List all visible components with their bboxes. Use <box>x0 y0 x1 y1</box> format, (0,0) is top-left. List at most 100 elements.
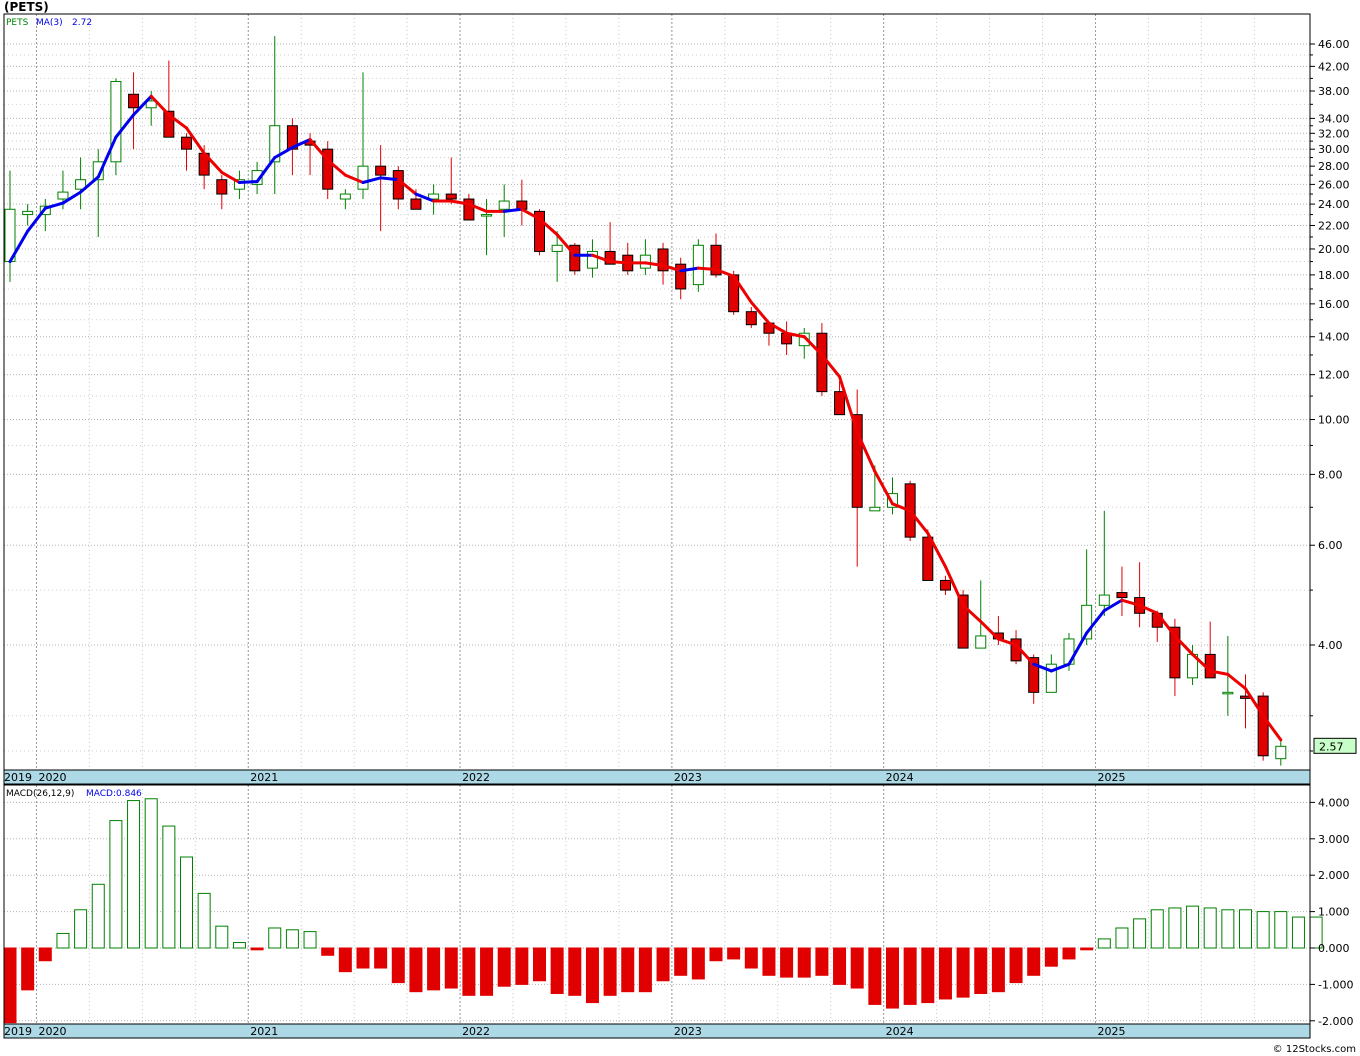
macd-bar <box>91 883 105 949</box>
candle-body <box>675 263 687 290</box>
candle-body <box>834 391 846 416</box>
ma-segment <box>379 176 400 182</box>
candle-body <box>939 579 951 591</box>
macd-bar <box>1239 909 1252 949</box>
x-year-label: 2023 <box>674 771 702 784</box>
candle-body <box>498 200 510 210</box>
macd-bar <box>727 947 741 960</box>
candle-body <box>1222 691 1234 695</box>
price-tick-label: 34.00 <box>1318 112 1350 125</box>
macd-bar <box>603 947 617 996</box>
x-year-label: 2024 <box>886 771 914 784</box>
x-year-label: 2019 <box>4 1025 32 1038</box>
macd-tick-label: 0.000 <box>1318 942 1350 955</box>
candle-body <box>57 191 69 200</box>
candle-body <box>445 193 457 200</box>
ma-line <box>8 94 1283 742</box>
price-tick-label: 16.00 <box>1318 298 1350 311</box>
macd-bar <box>585 947 599 1004</box>
chart-canvas: 46.00 42.00 38.00 34.00 32.00 30.00 28.00 26.00… <box>3 13 1357 1039</box>
macd-bar <box>215 925 229 949</box>
macd-bar <box>444 947 458 989</box>
price-tick-label: 28.00 <box>1318 160 1350 173</box>
macd-bar <box>568 947 582 996</box>
macd-bar <box>533 947 546 982</box>
candle-body <box>339 193 351 200</box>
macd-bar <box>127 800 141 949</box>
price-tick-label: 8.00 <box>1318 468 1343 481</box>
candle-body <box>1257 695 1269 757</box>
macd-bar <box>1044 947 1058 967</box>
macd-bar <box>321 947 335 956</box>
x-year-label: 2021 <box>250 1025 278 1038</box>
candle-body <box>551 244 563 252</box>
macd-bar <box>1221 909 1235 949</box>
macd-bar <box>391 947 405 984</box>
macd-bar <box>250 947 264 951</box>
price-tick-label: 38.00 <box>1318 85 1350 98</box>
x-year-label: 2021 <box>250 771 278 784</box>
legend-ticker: PETS <box>6 18 29 28</box>
last-price-label: 2.57 <box>1319 740 1344 753</box>
macd-bar <box>38 947 52 962</box>
macd-tick-label: -2.000 <box>1318 1015 1353 1028</box>
ma-segment <box>43 201 65 210</box>
candle-body <box>128 93 140 109</box>
macd-bar <box>709 947 723 962</box>
price-tick-label: 12.00 <box>1318 369 1350 382</box>
macd-bar <box>780 947 794 978</box>
price-tick-label: 26.00 <box>1318 178 1350 191</box>
price-tick-label: 22.00 <box>1318 220 1350 233</box>
price-tick-label: 20.00 <box>1318 243 1350 256</box>
candle-body <box>745 311 757 326</box>
macd-bar <box>833 947 847 985</box>
x-year-label: 2025 <box>1097 771 1125 784</box>
price-tick-label: 14.00 <box>1318 331 1350 344</box>
x-year-label: 2020 <box>38 1025 66 1038</box>
x-year-label: 2025 <box>1097 1025 1125 1038</box>
macd-bar <box>197 892 211 949</box>
ma-segment <box>608 260 630 265</box>
macd-bar <box>691 947 705 980</box>
ma-segment <box>255 156 277 184</box>
price-panel-frame <box>3 13 1311 771</box>
macd-tick-label: 4.000 <box>1318 796 1350 809</box>
macd-bar <box>1291 916 1305 949</box>
x-year-label: 2023 <box>674 1025 702 1038</box>
candle-body <box>1098 594 1110 606</box>
macd-bar <box>956 947 970 998</box>
macd-bar <box>886 947 899 1009</box>
macd-bar <box>338 947 352 973</box>
candle-body <box>1116 592 1128 599</box>
legend-ma-value: 2.72 <box>72 18 92 28</box>
macd-bar <box>868 947 882 1005</box>
candle-body <box>375 165 387 176</box>
chart-title: (PETS) <box>4 0 49 14</box>
macd-bar <box>1133 918 1147 949</box>
macd-bar <box>1203 907 1217 949</box>
macd-bar <box>550 947 564 994</box>
macd-bar <box>497 947 511 987</box>
macd-bar <box>56 932 70 949</box>
candle-body <box>692 244 704 286</box>
macd-bar <box>1186 905 1200 949</box>
candle-body <box>922 536 934 581</box>
candle-body <box>869 506 881 512</box>
candle-body <box>181 136 192 150</box>
price-tick-label: 24.00 <box>1318 198 1350 211</box>
macd-bar <box>427 947 441 991</box>
candle-body <box>392 170 404 200</box>
candle-body <box>22 210 34 216</box>
macd-bar <box>109 820 123 949</box>
candle-body <box>357 165 369 190</box>
price-tick-label: 46.00 <box>1318 38 1350 51</box>
macd-bar <box>268 927 282 949</box>
candle-body <box>1275 745 1287 760</box>
macd-bar <box>74 909 88 949</box>
x-year-label: 2024 <box>886 1025 914 1038</box>
x-year-label: 2019 <box>4 771 32 784</box>
macd-bar <box>515 947 529 985</box>
macd-bar <box>638 947 652 993</box>
macd-tick-label: -1.000 <box>1318 978 1353 991</box>
macd-bar <box>1009 947 1023 984</box>
